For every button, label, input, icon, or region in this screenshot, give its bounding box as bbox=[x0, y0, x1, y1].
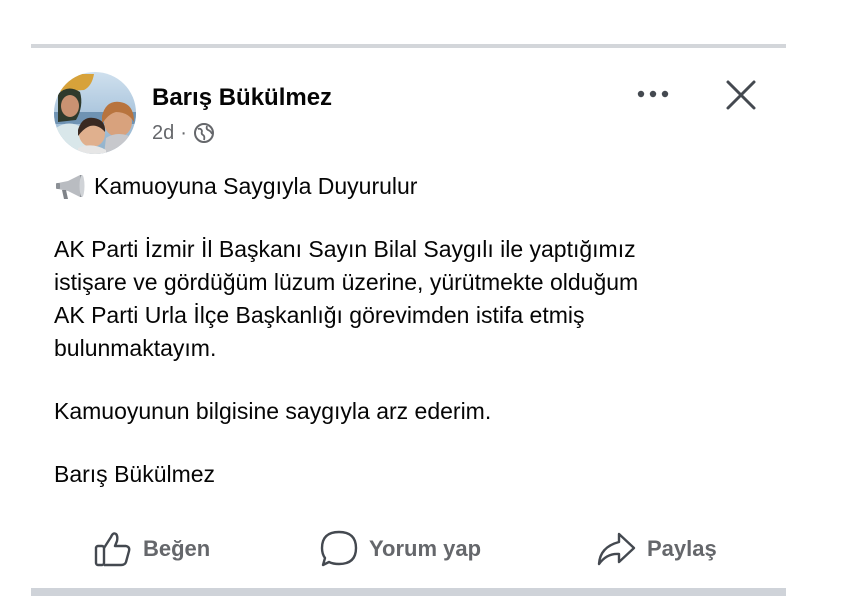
share-label: Paylaş bbox=[647, 536, 717, 561]
comment-label: Yorum yap bbox=[369, 536, 482, 561]
author-name[interactable]: Barış Bükülmez bbox=[152, 83, 332, 113]
close-icon bbox=[726, 80, 756, 110]
megaphone-icon bbox=[54, 173, 86, 201]
bottom-divider bbox=[31, 588, 786, 596]
avatar-photo bbox=[54, 72, 136, 154]
more-icon bbox=[637, 90, 669, 98]
comment-icon bbox=[319, 529, 359, 569]
comment-button[interactable]: Yorum yap bbox=[319, 523, 481, 575]
like-label: Beğen bbox=[143, 536, 211, 561]
thumbs-up-icon bbox=[93, 529, 133, 569]
post-headline: Kamuoyuna Saygıyla Duyurulur bbox=[54, 170, 774, 203]
post-actions-bar: Beğen Yorum yap Paylaş bbox=[31, 523, 786, 575]
share-icon bbox=[595, 529, 637, 569]
post-time[interactable]: 2d bbox=[152, 122, 174, 145]
post-body: Kamuoyuna Saygıyla Duyurulur AK Parti İz… bbox=[54, 170, 774, 491]
post-meta: 2d · bbox=[152, 120, 215, 146]
globe-icon bbox=[193, 122, 215, 144]
top-divider bbox=[31, 44, 786, 48]
post-paragraph: AK Parti İzmir İl Başkanı Sayın Bilal Sa… bbox=[54, 236, 639, 361]
post-paragraph: Kamuoyunun bilgisine saygıyla arz ederim… bbox=[54, 398, 492, 424]
close-button[interactable] bbox=[720, 74, 762, 116]
avatar[interactable] bbox=[54, 72, 136, 154]
headline-text: Kamuoyuna Saygıyla Duyurulur bbox=[94, 173, 418, 199]
like-button[interactable]: Beğen bbox=[93, 523, 210, 575]
meta-separator: · bbox=[180, 121, 187, 144]
share-button[interactable]: Paylaş bbox=[595, 523, 717, 575]
post-signature: Barış Bükülmez bbox=[54, 461, 216, 487]
more-options-button[interactable] bbox=[632, 80, 674, 108]
